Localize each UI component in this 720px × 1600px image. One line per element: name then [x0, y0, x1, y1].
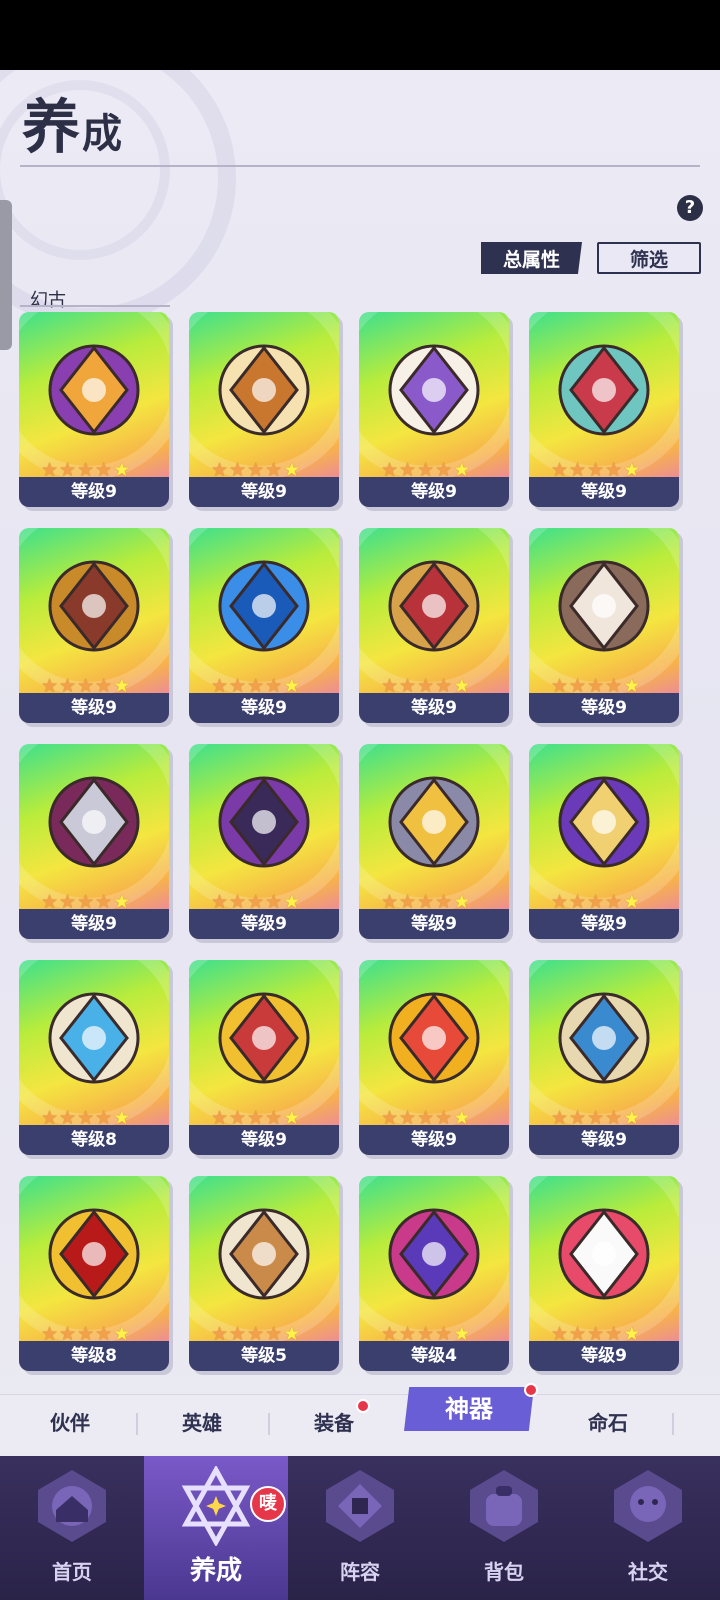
artifact-card[interactable]: ★ ★ ★ ★ ★ 等级5: [189, 1176, 339, 1371]
artifact-level: 等级4: [359, 1341, 509, 1371]
curved-dagger-icon: [48, 776, 140, 868]
nav-development-label: 养成: [189, 1556, 242, 1586]
artifact-card[interactable]: ★ ★ ★ ★ ★ 等级9: [19, 744, 169, 939]
artifact-card[interactable]: ★ ★ ★ ★ ★ 等级9: [529, 960, 679, 1155]
artifact-level: 等级9: [189, 693, 339, 723]
nav-lineup[interactable]: 阵容: [288, 1456, 432, 1600]
nav-social-label: 社交: [628, 1560, 668, 1584]
artifact-card[interactable]: ★ ★ ★ ★ ★ 等级9: [359, 312, 509, 507]
artifact-level: 等级9: [359, 909, 509, 939]
tab-separator: [268, 1413, 270, 1435]
tab-fate-stones[interactable]: 命石: [548, 1405, 668, 1441]
social-emblem-icon: [614, 1470, 682, 1542]
tab-artifacts[interactable]: 神器: [404, 1387, 534, 1431]
tab-separator: [136, 1413, 138, 1435]
spell-book-icon: [558, 776, 650, 868]
tab-separator: [672, 1413, 674, 1435]
development-badge: 唛: [250, 1486, 286, 1522]
artifact-level: 等级9: [189, 477, 339, 507]
purple-locked-book-icon: [218, 776, 310, 868]
winged-shield-icon: [218, 344, 310, 436]
page-title: 养成: [22, 80, 124, 164]
question-circle-icon[interactable]: ?: [677, 195, 703, 221]
artifacts-notification-dot: [524, 1383, 538, 1397]
bottom-navigation: 首页 养成 阵容 背包 社交: [0, 1456, 720, 1600]
status-bar: [0, 0, 720, 70]
artifact-card[interactable]: ★ ★ ★ ★ ★ 等级9: [529, 528, 679, 723]
artifact-level: 等级9: [189, 1125, 339, 1155]
equipment-notification-dot: [356, 1399, 370, 1413]
tab-partners[interactable]: 伙伴: [10, 1405, 130, 1441]
artifact-level: 等级9: [19, 909, 169, 939]
artifact-card[interactable]: ★ ★ ★ ★ ★ 等级9: [359, 960, 509, 1155]
jester-hat-icon: [388, 1208, 480, 1300]
tab-heroes[interactable]: 英雄: [142, 1405, 262, 1441]
winged-balance-scales-icon: [48, 992, 140, 1084]
artifact-level: 等级9: [529, 909, 679, 939]
artifact-card[interactable]: ★ ★ ★ ★ ★ 等级9: [529, 744, 679, 939]
nav-backpack-label: 背包: [484, 1560, 524, 1584]
side-drawer-handle[interactable]: [0, 200, 12, 350]
nav-home[interactable]: 首页: [0, 1456, 144, 1600]
artifact-card[interactable]: ★ ★ ★ ★ ★ 等级9: [359, 744, 509, 939]
blue-hexagon-ring-icon: [218, 560, 310, 652]
lineup-emblem-icon: [326, 1470, 394, 1542]
castle-icon: [388, 344, 480, 436]
spiked-chain-ring-icon: [388, 560, 480, 652]
page-title-secondary: 成: [82, 110, 125, 157]
nav-lineup-label: 阵容: [340, 1560, 380, 1584]
backpack-emblem-icon: [470, 1470, 538, 1542]
title-divider: [20, 165, 700, 167]
artifact-level: 等级9: [529, 1341, 679, 1371]
winged-scroll-icon: [558, 992, 650, 1084]
winged-golden-spear-icon: [388, 992, 480, 1084]
nav-development[interactable]: 养成: [144, 1456, 288, 1600]
sword-in-stone-icon: [558, 344, 650, 436]
nav-home-label: 首页: [52, 1560, 92, 1584]
nav-backpack[interactable]: 背包: [432, 1456, 576, 1600]
artifact-card[interactable]: ★ ★ ★ ★ ★ 等级8: [19, 1176, 169, 1371]
artifact-card[interactable]: ★ ★ ★ ★ ★ 等级4: [359, 1176, 509, 1371]
home-emblem-icon: [38, 1470, 106, 1542]
sub-tab-bar: 伙伴 英雄 装备 神器 命石: [0, 1383, 720, 1451]
hooded-cloak-icon: [218, 1208, 310, 1300]
artifact-level: 等级9: [19, 693, 169, 723]
mimic-treasure-chest-icon: [48, 560, 140, 652]
filter-button[interactable]: 筛选: [597, 242, 701, 274]
artifact-card[interactable]: ★ ★ ★ ★ ★ 等级9: [189, 312, 339, 507]
artifact-level: 等级9: [19, 477, 169, 507]
artifact-card[interactable]: ★ ★ ★ ★ ★ 等级8: [19, 960, 169, 1155]
eagle-icon: [558, 560, 650, 652]
hexagram-star-icon: [181, 1466, 251, 1546]
tab-equipment[interactable]: 装备: [274, 1405, 394, 1441]
winged-golden-axe-icon: [218, 992, 310, 1084]
artifact-level: 等级9: [359, 1125, 509, 1155]
section-label: 幻古: [30, 290, 66, 311]
artifact-card[interactable]: ★ ★ ★ ★ ★ 等级9: [359, 528, 509, 723]
artifact-card[interactable]: ★ ★ ★ ★ ★ 等级9: [189, 744, 339, 939]
section-divider: [20, 305, 170, 307]
artifact-level: 等级5: [189, 1341, 339, 1371]
skull-throne-icon: [388, 776, 480, 868]
golden-goblet-icon: [48, 1208, 140, 1300]
artifact-level: 等级8: [19, 1125, 169, 1155]
artifact-card[interactable]: ★ ★ ★ ★ ★ 等级9: [529, 312, 679, 507]
artifact-level: 等级9: [529, 693, 679, 723]
total-attributes-button[interactable]: 总属性: [481, 242, 582, 274]
artifact-level: 等级8: [19, 1341, 169, 1371]
artifact-level: 等级9: [529, 477, 679, 507]
purple-skull-staff-icon: [48, 344, 140, 436]
artifact-card[interactable]: ★ ★ ★ ★ ★ 等级9: [529, 1176, 679, 1371]
artifact-card[interactable]: ★ ★ ★ ★ ★ 等级9: [189, 528, 339, 723]
artifact-level: 等级9: [359, 693, 509, 723]
page-title-main: 养: [22, 93, 83, 161]
artifact-level: 等级9: [359, 477, 509, 507]
artifact-card[interactable]: ★ ★ ★ ★ ★ 等级9: [19, 528, 169, 723]
nav-social[interactable]: 社交: [576, 1456, 720, 1600]
red-typewriter-icon: [558, 1208, 650, 1300]
artifact-card[interactable]: ★ ★ ★ ★ ★ 等级9: [19, 312, 169, 507]
artifact-level: 等级9: [189, 909, 339, 939]
artifact-card[interactable]: ★ ★ ★ ★ ★ 等级9: [189, 960, 339, 1155]
artifact-level: 等级9: [529, 1125, 679, 1155]
